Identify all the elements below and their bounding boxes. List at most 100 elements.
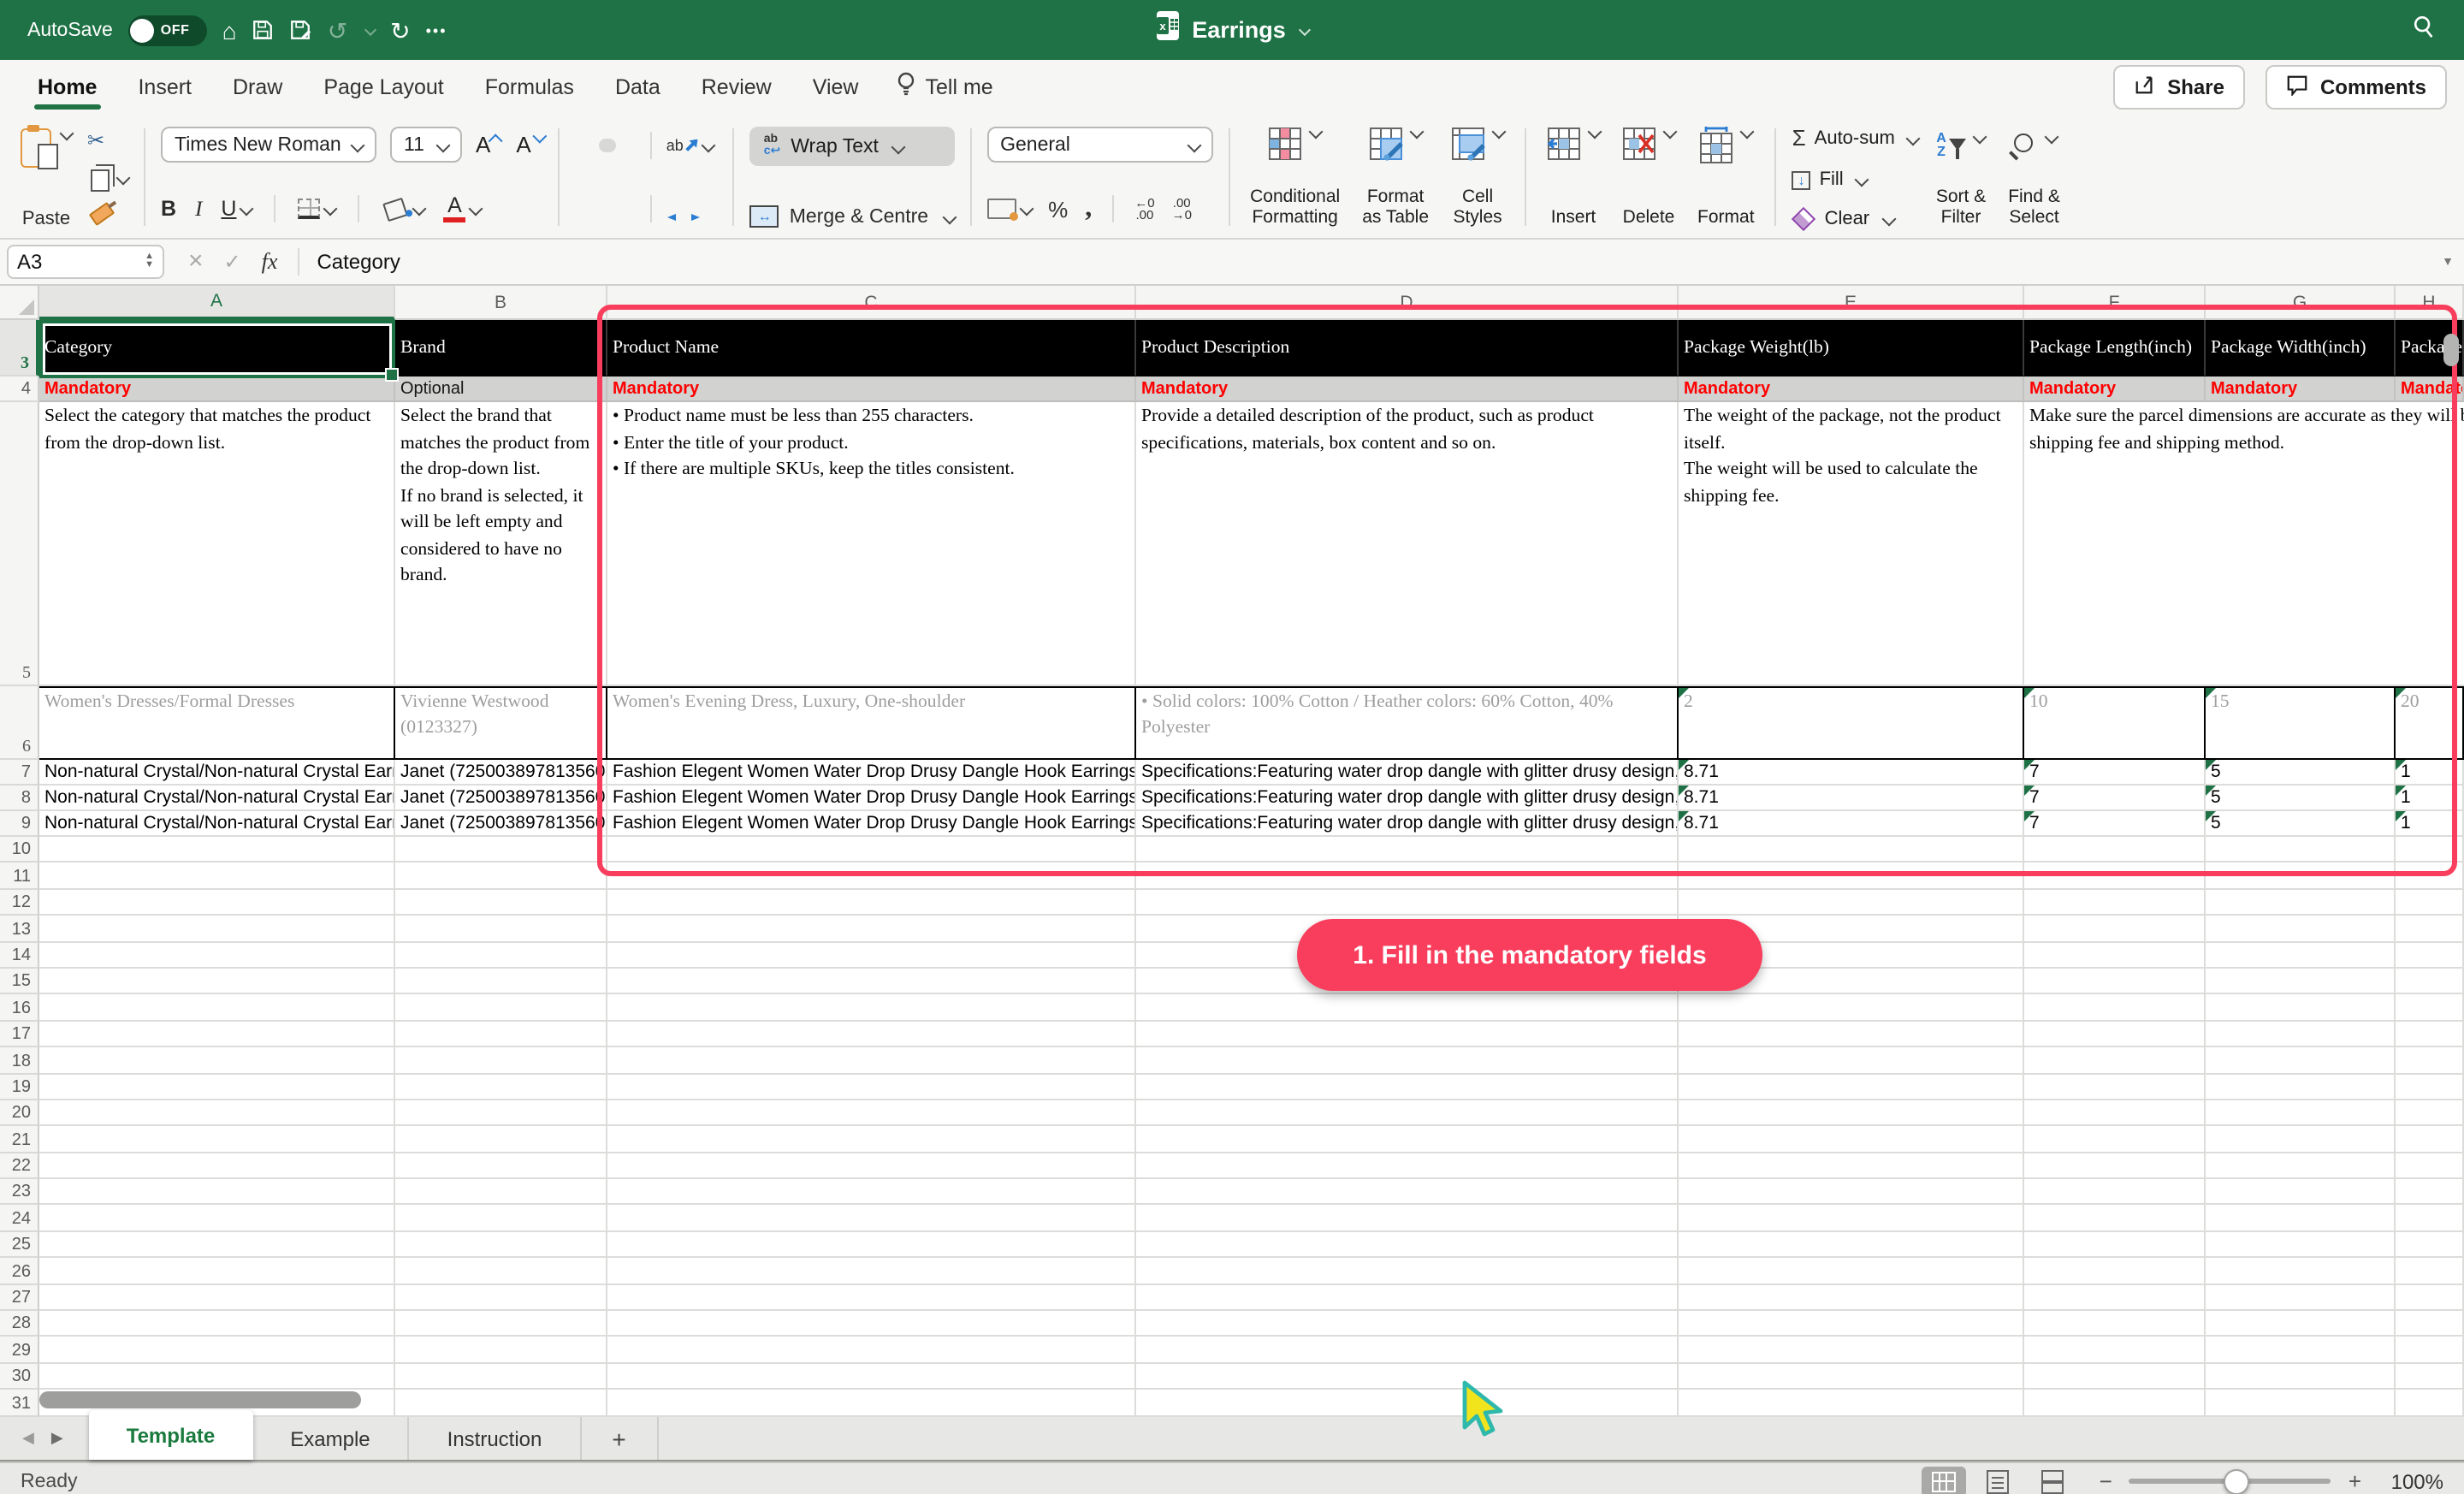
grid-cell[interactable]: [2396, 1074, 2464, 1100]
grid-cell[interactable]: [607, 1364, 1136, 1390]
cell-d6[interactable]: • Solid colors: 100% Cotton / Heather co…: [1136, 686, 1679, 760]
grid-cell[interactable]: [395, 1284, 607, 1311]
grid-cell[interactable]: [2396, 942, 2464, 969]
cell-b4[interactable]: Optional: [395, 376, 607, 402]
grid-cell[interactable]: [395, 1153, 607, 1179]
grid-cell[interactable]: [2396, 1206, 2464, 1232]
grid-cell[interactable]: [1136, 1100, 1679, 1127]
row-header-20[interactable]: 20: [0, 1100, 39, 1127]
cancel-icon[interactable]: ×: [188, 252, 204, 272]
cell-b8[interactable]: Janet (7250038978135607: [395, 786, 607, 811]
title-dropdown-icon[interactable]: [1300, 24, 1312, 36]
wrap-text-button[interactable]: abc↩ Wrap Text: [750, 127, 954, 166]
grid-cell[interactable]: [2396, 969, 2464, 995]
delete-cells-button[interactable]: Delete: [1617, 123, 1680, 231]
grid-cell[interactable]: [1679, 1047, 2024, 1074]
insert-cells-button[interactable]: Insert: [1542, 123, 1605, 231]
sheet-tab-instruction[interactable]: Instruction: [410, 1417, 582, 1460]
cell-a8[interactable]: Non-natural Crystal/Non-natural Crystal …: [39, 786, 395, 811]
enter-icon[interactable]: ✓: [224, 250, 241, 274]
cell-a9[interactable]: Non-natural Crystal/Non-natural Crystal …: [39, 811, 395, 837]
row-header-25[interactable]: 25: [0, 1232, 39, 1259]
grid-cell[interactable]: [2206, 1047, 2396, 1074]
grid-cell[interactable]: [2024, 863, 2206, 890]
grid-cell[interactable]: [39, 1284, 395, 1311]
grid-cell[interactable]: [395, 1259, 607, 1285]
cell-e6[interactable]: 2: [1679, 686, 2024, 760]
grid-cell[interactable]: [607, 1179, 1136, 1206]
grid-cell[interactable]: [1679, 837, 2024, 863]
grid-cell[interactable]: [2396, 1127, 2464, 1153]
cell-c9[interactable]: Fashion Elegent Women Water Drop Drusy D…: [607, 811, 1136, 837]
grid-cell[interactable]: [1679, 995, 2024, 1022]
grid-cell[interactable]: [2024, 1337, 2206, 1364]
row-header-14[interactable]: 14: [0, 942, 39, 969]
grid-cell[interactable]: [1679, 863, 2024, 890]
grid-cell[interactable]: [2024, 942, 2206, 969]
conditional-formatting-button[interactable]: Conditional Formatting: [1245, 123, 1345, 231]
cell-f5-merged[interactable]: Make sure the parcel dimensions are accu…: [2024, 402, 2464, 686]
grid-cell[interactable]: [39, 890, 395, 916]
grid-cell[interactable]: [2024, 1232, 2206, 1259]
name-box-stepper[interactable]: ▲▼: [145, 253, 154, 270]
grid-cell[interactable]: [39, 995, 395, 1022]
cell-a7[interactable]: Non-natural Crystal/Non-natural Crystal …: [39, 760, 395, 786]
next-sheet-icon[interactable]: ▶: [51, 1429, 63, 1448]
grid-cell[interactable]: [2206, 890, 2396, 916]
row-header-30[interactable]: 30: [0, 1364, 39, 1390]
cell-d9[interactable]: Specifications:Featuring water drop dang…: [1136, 811, 1679, 837]
grid-cell[interactable]: [395, 1179, 607, 1206]
grid-cell[interactable]: [395, 942, 607, 969]
column-header-b[interactable]: B: [395, 286, 607, 320]
horizontal-scrollbar[interactable]: [39, 1391, 361, 1408]
underline-button[interactable]: U: [221, 197, 252, 221]
zoom-level[interactable]: 100%: [2385, 1469, 2443, 1493]
home-icon[interactable]: ⌂: [222, 18, 237, 42]
increase-indent-button[interactable]: [687, 202, 704, 216]
row-header-9[interactable]: 9: [0, 811, 39, 837]
grid-cell[interactable]: [607, 1100, 1136, 1127]
grid-cell[interactable]: [1136, 1021, 1679, 1047]
fill-color-button[interactable]: [382, 199, 424, 218]
cell-d3[interactable]: Product Description: [1136, 320, 1679, 376]
tab-view[interactable]: View: [792, 60, 880, 115]
cell-g8[interactable]: 5: [2206, 786, 2396, 811]
grid-cell[interactable]: [2396, 1390, 2464, 1416]
column-header-h[interactable]: H: [2396, 286, 2464, 320]
grid-cell[interactable]: [2396, 1021, 2464, 1047]
cell-f9[interactable]: 7: [2024, 811, 2206, 837]
cell-c4[interactable]: Mandatory: [607, 376, 1136, 402]
grid-cell[interactable]: [1136, 995, 1679, 1022]
cell-h6[interactable]: 20: [2396, 686, 2464, 760]
cell-a3[interactable]: Category: [39, 320, 395, 376]
grid-cell[interactable]: [607, 837, 1136, 863]
grid-cell[interactable]: [607, 1127, 1136, 1153]
row-header-23[interactable]: 23: [0, 1179, 39, 1206]
grid-cell[interactable]: [2024, 1206, 2206, 1232]
column-header-g[interactable]: G: [2206, 286, 2396, 320]
row-header-17[interactable]: 17: [0, 1021, 39, 1047]
clear-button[interactable]: Clear: [1792, 209, 1919, 229]
row-header-18[interactable]: 18: [0, 1047, 39, 1074]
grid-cell[interactable]: [1136, 1179, 1679, 1206]
italic-button[interactable]: I: [195, 196, 202, 222]
grid-cell[interactable]: [607, 1153, 1136, 1179]
grid-cell[interactable]: [2024, 890, 2206, 916]
grid-cell[interactable]: [1679, 1390, 2024, 1416]
grid-cell[interactable]: [1679, 1127, 2024, 1153]
grid-cell[interactable]: [607, 1206, 1136, 1232]
cell-d5[interactable]: Provide a detailed description of the pr…: [1136, 402, 1679, 686]
tab-draw[interactable]: Draw: [212, 60, 303, 115]
grid-cell[interactable]: [39, 1364, 395, 1390]
save-icon[interactable]: [252, 19, 275, 41]
row-header-13[interactable]: 13: [0, 916, 39, 942]
grid-cell[interactable]: [1136, 1259, 1679, 1285]
cell-d4[interactable]: Mandatory: [1136, 376, 1679, 402]
decrease-decimal-button[interactable]: .00 →0: [1172, 197, 1192, 221]
grid-cell[interactable]: [2396, 1337, 2464, 1364]
grid-cell[interactable]: [39, 1337, 395, 1364]
grid-cell[interactable]: [2396, 863, 2464, 890]
cell-b9[interactable]: Janet (7250038978135607: [395, 811, 607, 837]
grid-cell[interactable]: [2024, 1364, 2206, 1390]
grid-cell[interactable]: [1679, 1021, 2024, 1047]
